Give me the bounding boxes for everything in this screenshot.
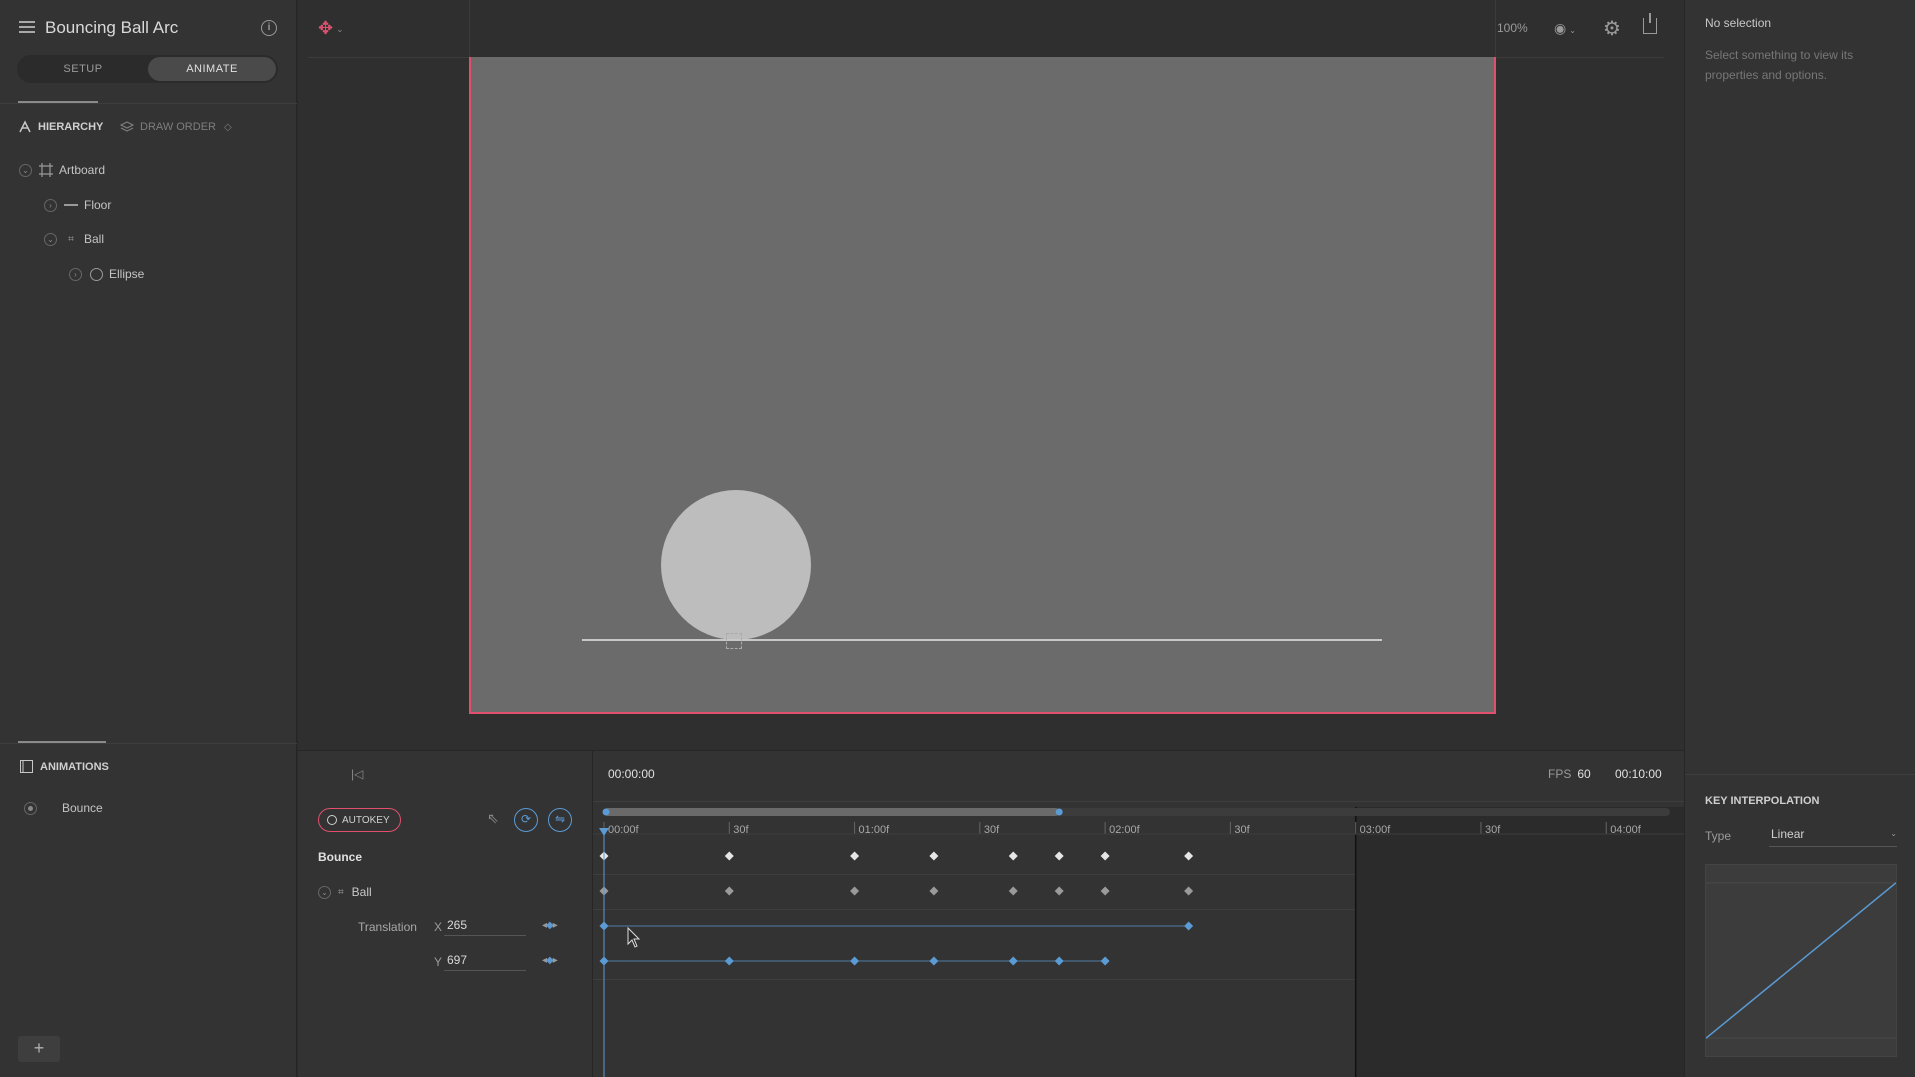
divider [0,103,297,104]
line-shape-icon [64,198,78,212]
tab-draw-order[interactable]: DRAW ORDER ◇ [120,120,232,134]
tree-node-label: Floor [84,198,112,212]
inspector-panel: No selection Select something to view it… [1684,0,1915,1077]
tab-draw-order-label: DRAW ORDER [140,121,216,133]
document-title: Bouncing Ball Arc [45,18,179,37]
timeline-scrollbar-thumb [604,808,1060,816]
animate-mode-button[interactable]: ANIMATE [148,57,276,81]
translation-x-keyframe[interactable] [1184,921,1194,931]
tree-node-ball[interactable]: ⌄ ⌗ Ball [44,229,104,249]
object-keyframe[interactable] [1008,886,1018,896]
translate-tool-icon[interactable]: ✥ ⌄ [318,18,344,39]
animation-item-label: Bounce [62,801,103,815]
guide-line [469,0,470,57]
zoom-level[interactable]: 100% [1497,21,1528,35]
interpolation-curve-graph[interactable] [1705,864,1897,1057]
object-keyframe[interactable] [850,886,860,896]
origin-handle[interactable] [726,633,742,649]
eye-icon[interactable]: ◉ ⌄ [1554,20,1576,37]
object-keyframe[interactable] [724,886,734,896]
key-interpolation-title: KEY INTERPOLATION [1705,795,1820,807]
range-end-handle[interactable] [1055,808,1063,816]
chevron-down-icon[interactable]: ⌄ [19,163,32,177]
chevron-down-icon: ⌄ [1890,829,1897,838]
range-start-handle[interactable] [602,808,610,816]
mode-switch: SETUP ANIMATE [17,55,278,83]
film-icon [20,760,33,773]
tab-hierarchy[interactable]: HIERARCHY [18,120,103,134]
inspector-description: Select something to view its properties … [1705,48,1854,82]
layers-icon [120,121,134,132]
translation-y-keyframe[interactable] [1100,956,1110,966]
tree-node-artboard[interactable]: ⌄ Artboard [19,160,105,180]
left-panel: Bouncing Ball Arc i SETUP ANIMATE HIERAR… [0,0,297,1077]
tree-node-ellipse[interactable]: › Ellipse [69,264,144,284]
translation-y-keyframe[interactable] [850,956,860,966]
tree-node-label: Artboard [59,163,106,177]
floor-line[interactable] [582,639,1382,641]
tab-hierarchy-label: HIERARCHY [38,121,104,133]
interpolation-type-label: Type [1705,829,1732,843]
artboard-canvas[interactable] [469,57,1496,714]
tree-node-label: Ball [84,232,105,246]
translation-y-keyframe[interactable] [1054,956,1064,966]
hierarchy-icon [19,120,31,133]
interpolation-type-value: Linear [1771,827,1805,841]
tree-node-label: Ellipse [109,267,145,281]
ellipse-icon [89,267,103,281]
translation-y-keyframe[interactable] [724,956,734,966]
inactive-region [1355,807,1684,1077]
translation-y-keyframe[interactable] [1008,956,1018,966]
chevron-right-icon[interactable]: › [44,198,57,212]
animation-item-bounce[interactable]: Bounce [24,801,103,815]
artboard-icon [39,163,53,177]
animations-header-label: ANIMATIONS [40,760,109,773]
object-keyframe[interactable] [1100,886,1110,896]
object-keyframe[interactable] [929,886,939,896]
object-keyframe[interactable] [1184,886,1194,896]
inspector-title: No selection [1705,16,1772,30]
setup-mode-button[interactable]: SETUP [19,57,147,81]
timeline-track-area[interactable]: 00:00f 30f 01:00f 30f 02:00f 30f 03:00f 30f 04:0… [298,750,1684,1077]
animation-keyframe[interactable] [1100,851,1110,861]
radio-icon[interactable] [24,801,37,815]
animations-header: ANIMATIONS [20,760,109,773]
mouse-cursor-icon [627,926,641,948]
object-keyframe[interactable] [1054,886,1064,896]
diamond-icon: ◇ [223,121,232,133]
group-icon: ⌗ [68,233,74,245]
stage[interactable]: ✥ ⌄ 100% ◉ ⌄ ⚙ [298,0,1684,750]
info-icon[interactable]: i [261,20,277,36]
translation-y-keyframe[interactable] [929,956,939,966]
chevron-down-icon[interactable]: ⌄ [44,232,57,246]
divider [1685,774,1915,775]
animation-keyframe[interactable] [929,851,939,861]
animation-keyframe[interactable] [1008,851,1018,861]
divider [0,743,297,744]
menu-icon[interactable] [19,21,35,33]
ball-ellipse[interactable] [661,490,811,640]
tree-node-floor[interactable]: › Floor [44,195,111,215]
linear-curve [1706,882,1896,1039]
guide-line [1495,0,1496,57]
export-icon[interactable] [1643,13,1657,34]
chevron-right-icon[interactable]: › [69,267,82,281]
animation-keyframe[interactable] [724,851,734,861]
add-animation-button[interactable]: + [18,1036,60,1062]
animation-keyframe[interactable] [1184,851,1194,861]
gear-icon[interactable]: ⚙ [1603,16,1621,41]
animation-keyframe[interactable] [1054,851,1064,861]
app-window: Bouncing Ball Arc i SETUP ANIMATE HIERAR… [0,0,1915,1077]
animation-keyframe[interactable] [850,851,860,861]
interpolation-type-select[interactable]: Linear ⌄ [1769,827,1897,847]
